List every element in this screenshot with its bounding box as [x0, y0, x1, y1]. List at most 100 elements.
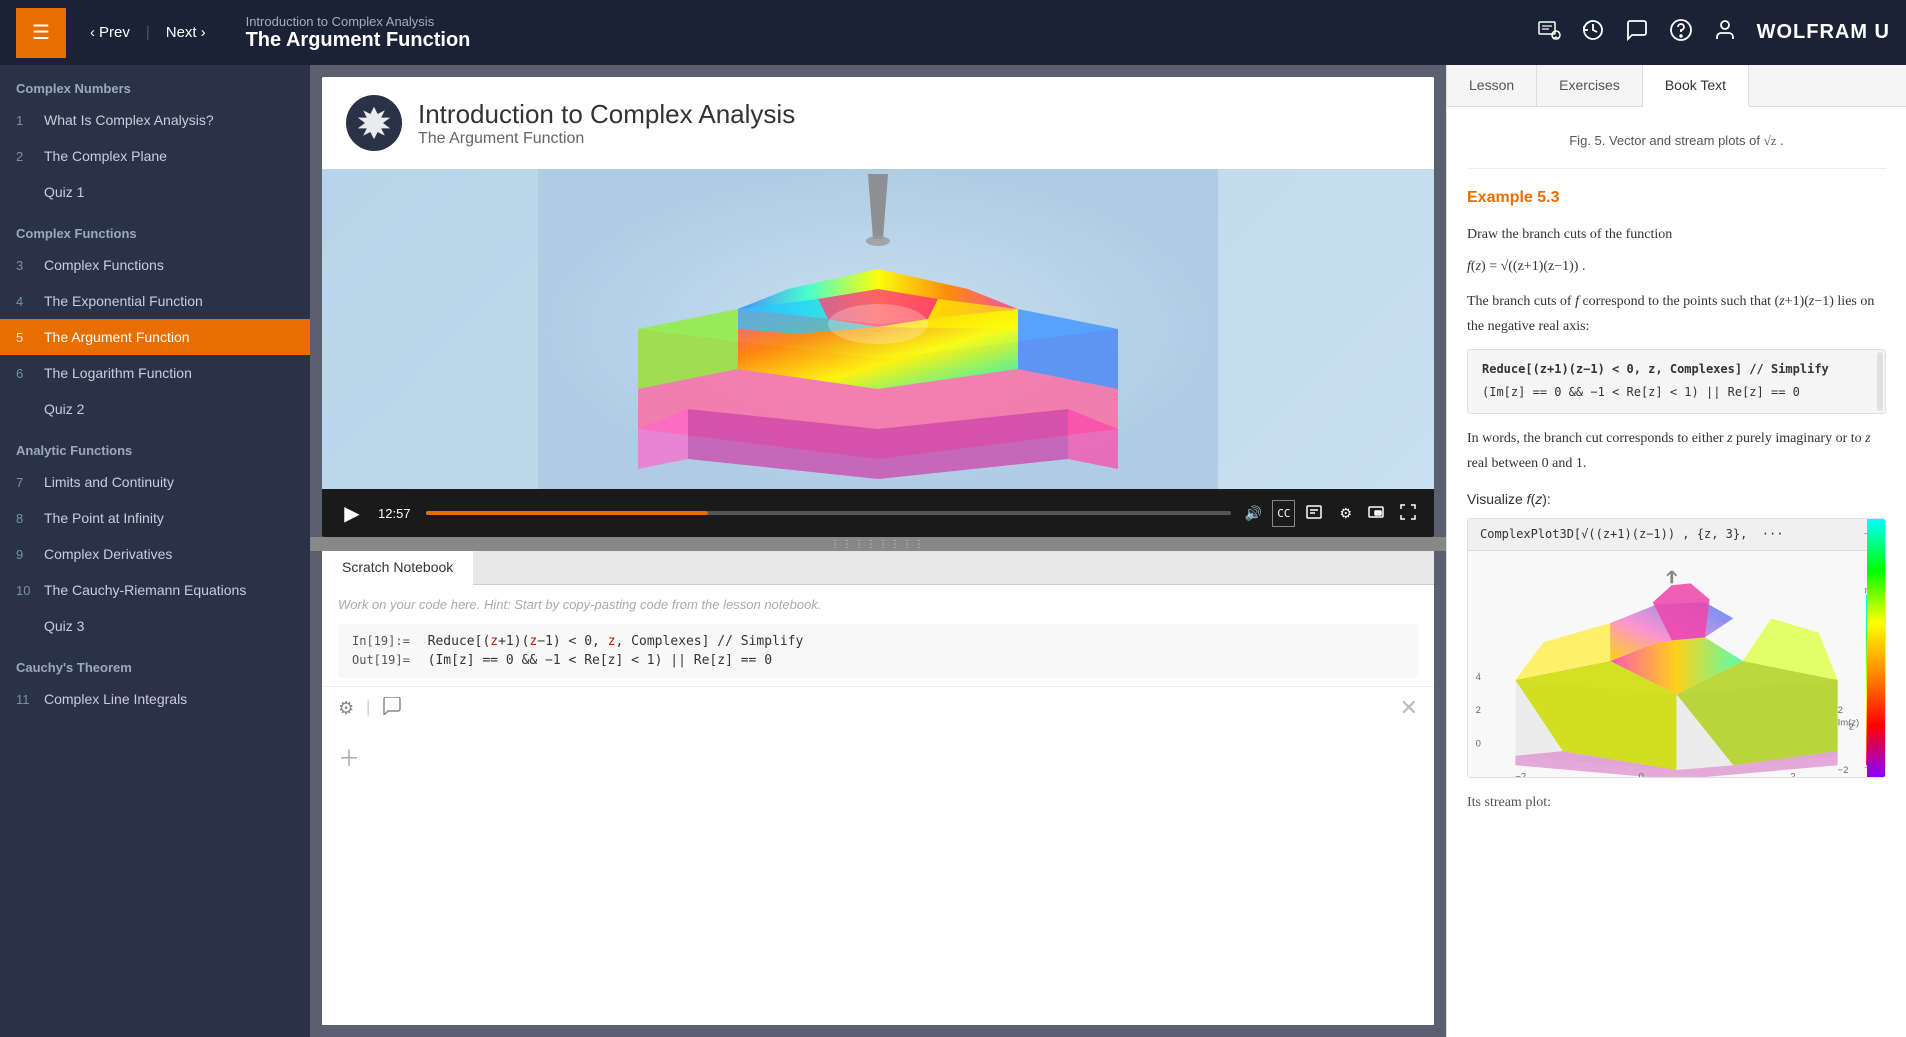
notebook-tabs: Scratch Notebook	[322, 551, 1434, 585]
sidebar-item-8[interactable]: 8 The Point at Infinity	[0, 500, 310, 536]
sidebar-quiz-1[interactable]: Quiz 1	[0, 174, 310, 210]
item-number: 5	[16, 330, 34, 345]
course-title: Introduction to Complex Analysis	[246, 14, 471, 29]
code-line-1: Reduce[(z+1)(z−1) < 0, z, Complexes] // …	[1482, 360, 1871, 379]
progress-bar[interactable]	[426, 511, 1231, 515]
item-number: 3	[16, 258, 34, 273]
cell-in-code: Reduce[(z+1)(z−1) < 0, z, Complexes] // …	[420, 634, 804, 649]
right-panel: Lesson Exercises Book Text Fig. 5. Vecto…	[1446, 65, 1906, 1037]
plot-code-text: ComplexPlot3D[√((z+1)(z−1)) , {z, 3}, ··…	[1480, 525, 1783, 544]
captions-button[interactable]: CC	[1272, 500, 1295, 527]
wolfram-u-logo: WOLFRAM U	[1757, 21, 1890, 44]
prev-label: Prev	[99, 24, 130, 41]
volume-button[interactable]: 🔊	[1239, 500, 1268, 527]
svg-text:0: 0	[1639, 772, 1644, 778]
video-display[interactable]	[322, 169, 1434, 489]
sidebar-item-1[interactable]: 1 What Is Complex Analysis?	[0, 102, 310, 138]
sidebar-section-analytic-functions: Analytic Functions	[0, 427, 310, 464]
nav-arrows: ‹ Prev | Next ›	[82, 18, 214, 47]
drag-handle[interactable]: ⋮⋮⋮⋮⋮⋮⋮⋮	[310, 537, 1446, 551]
figure-caption: Fig. 5. Vector and stream plots of √z .	[1467, 123, 1886, 169]
play-button[interactable]: ▶	[334, 495, 370, 531]
certificate-button[interactable]	[1537, 18, 1561, 48]
pip-button[interactable]	[1362, 500, 1390, 527]
sidebar-quiz-3[interactable]: Quiz 3	[0, 608, 310, 644]
svg-text:0: 0	[1476, 739, 1481, 750]
item-number: 8	[16, 511, 34, 526]
prev-button[interactable]: ‹ Prev	[82, 18, 138, 47]
scratch-notebook-tab[interactable]: Scratch Notebook	[322, 551, 473, 585]
cell-out-label: Out[19]=	[352, 653, 412, 667]
notebook-hint: Work on your code here. Hint: Start by c…	[322, 585, 1434, 616]
time-display: 12:57	[378, 506, 418, 521]
nav-right: WOLFRAM U	[1537, 18, 1890, 48]
sidebar-section-cauchys-theorem: Cauchy's Theorem	[0, 644, 310, 681]
top-navigation: ☰ ‹ Prev | Next › Introduction to Comple…	[0, 0, 1906, 65]
comment-button[interactable]	[382, 697, 402, 720]
fullscreen-button[interactable]	[1394, 500, 1422, 527]
sidebar-item-3[interactable]: 3 Complex Functions	[0, 247, 310, 283]
video-container: Introduction to Complex Analysis The Arg…	[310, 65, 1446, 537]
add-cell-button[interactable]: ＋	[338, 741, 360, 773]
next-button[interactable]: Next ›	[158, 18, 214, 47]
plot-code-bar: ComplexPlot3D[√((z+1)(z−1)) , {z, 3}, ··…	[1468, 519, 1885, 551]
cell-settings-button[interactable]: ⚙	[338, 698, 354, 719]
notebook-button[interactable]	[1299, 500, 1329, 527]
example-text-2: The branch cuts of f correspond to the p…	[1467, 289, 1886, 339]
sidebar-item-4[interactable]: 4 The Exponential Function	[0, 283, 310, 319]
help-icon	[1669, 18, 1693, 42]
chat-icon	[1625, 18, 1649, 42]
sidebar-item-11[interactable]: 11 Complex Line Integrals	[0, 681, 310, 717]
close-cell-button[interactable]: ✕	[1400, 695, 1418, 721]
tab-book-text[interactable]: Book Text	[1643, 65, 1749, 107]
item-number: 11	[16, 692, 34, 707]
plot-container: ComplexPlot3D[√((z+1)(z−1)) , {z, 3}, ··…	[1467, 518, 1886, 778]
sidebar-item-10[interactable]: 10 The Cauchy-Riemann Equations	[0, 572, 310, 608]
chat-button[interactable]	[1625, 18, 1649, 48]
help-button[interactable]	[1669, 18, 1693, 48]
sidebar-item-label: What Is Complex Analysis?	[44, 112, 214, 128]
tab-exercises[interactable]: Exercises	[1537, 65, 1643, 106]
sidebar-section-complex-functions: Complex Functions	[0, 210, 310, 247]
svg-text:2: 2	[1476, 706, 1481, 717]
menu-button[interactable]: ☰	[16, 8, 66, 58]
sidebar-item-label: The Exponential Function	[44, 293, 203, 309]
sidebar-item-label: The Cauchy-Riemann Equations	[44, 582, 246, 598]
tab-lesson[interactable]: Lesson	[1447, 65, 1537, 106]
sidebar-item-5[interactable]: 5 The Argument Function	[0, 319, 310, 355]
video-lesson-name: The Argument Function	[418, 130, 795, 148]
certificate-icon	[1537, 18, 1561, 42]
user-button[interactable]	[1713, 18, 1737, 48]
lesson-title: The Argument Function	[246, 29, 471, 52]
footer-add: ＋	[322, 729, 1434, 785]
example-header: Example 5.3	[1467, 185, 1886, 211]
notebook-cell: In[19]:= Reduce[(z+1)(z−1) < 0, z, Compl…	[338, 624, 1418, 678]
video-course-name: Introduction to Complex Analysis	[418, 99, 795, 130]
cell-output: Out[19]= (Im[z] == 0 && −1 < Re[z] < 1) …	[352, 653, 1404, 668]
content-area: Introduction to Complex Analysis The Arg…	[310, 65, 1446, 1037]
example-text-1: Draw the branch cuts of the function	[1467, 222, 1886, 247]
code-block-1: Reduce[(z+1)(z−1) < 0, z, Complexes] // …	[1467, 349, 1886, 413]
video-title-area: Introduction to Complex Analysis The Arg…	[418, 99, 795, 148]
settings-button[interactable]: ⚙	[1333, 500, 1358, 527]
sidebar-item-7[interactable]: 7 Limits and Continuity	[0, 464, 310, 500]
svg-text:2: 2	[1849, 722, 1854, 732]
cell-out-code: (Im[z] == 0 && −1 < Re[z] < 1) || Re[z] …	[420, 653, 772, 668]
history-button[interactable]	[1581, 18, 1605, 48]
sidebar: Complex Numbers 1 What Is Complex Analys…	[0, 65, 310, 1037]
nav-divider: |	[146, 24, 150, 41]
viz-label: Visualize f(z):	[1467, 488, 1886, 510]
sidebar-quiz-2[interactable]: Quiz 2	[0, 391, 310, 427]
item-number: 9	[16, 547, 34, 562]
sidebar-item-6[interactable]: 6 The Logarithm Function	[0, 355, 310, 391]
sidebar-item-label: The Complex Plane	[44, 148, 167, 164]
sidebar-item-9[interactable]: 9 Complex Derivatives	[0, 536, 310, 572]
sidebar-item-label: The Point at Infinity	[44, 510, 164, 526]
video-controls: ▶ 12:57 🔊 CC	[322, 489, 1434, 537]
item-number: 7	[16, 475, 34, 490]
svg-text:2: 2	[1790, 772, 1795, 778]
formula-1: f(z) = √((z+1)(z−1)) .	[1467, 254, 1886, 279]
history-icon	[1581, 18, 1605, 42]
sidebar-item-2[interactable]: 2 The Complex Plane	[0, 138, 310, 174]
wolfram-snowflake-icon	[356, 105, 392, 141]
